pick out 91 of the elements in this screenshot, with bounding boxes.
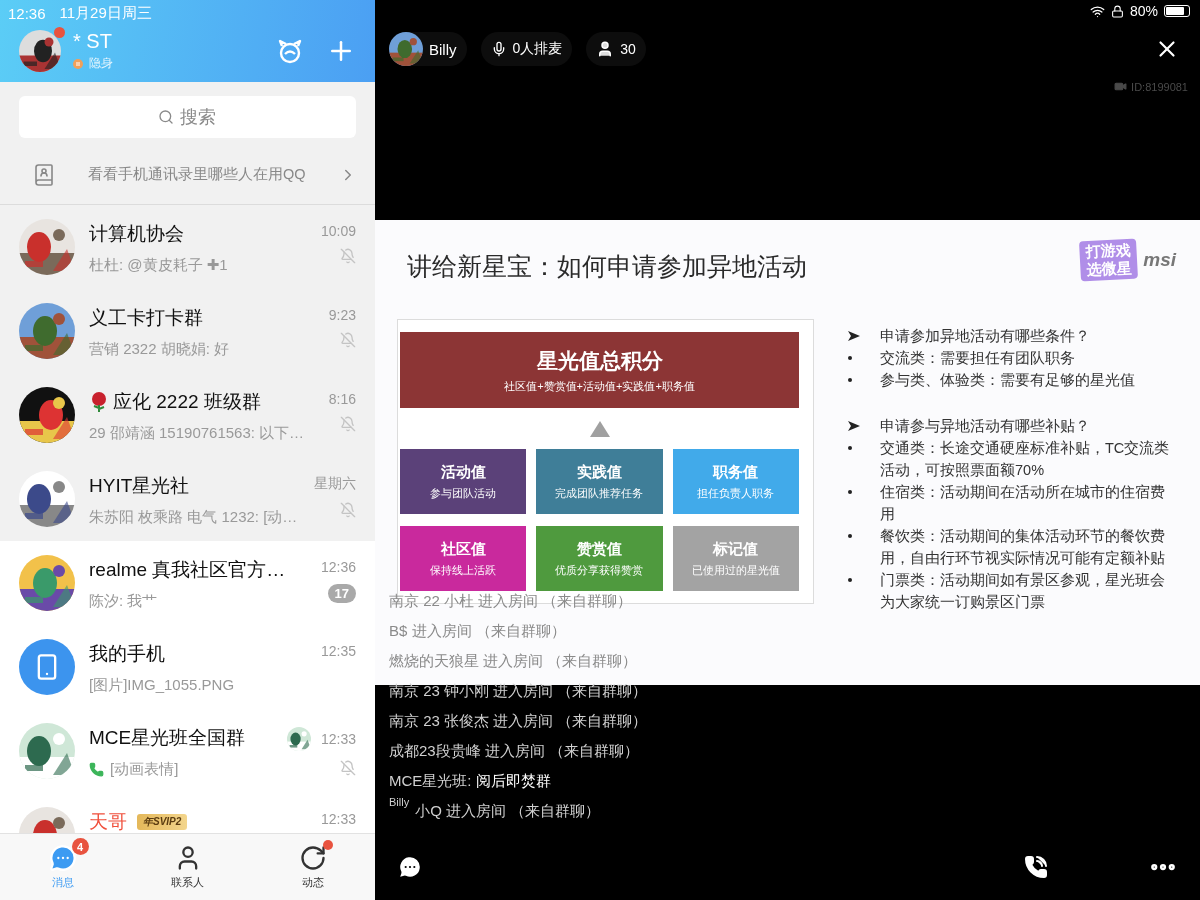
chat-time: 12:33 (320, 811, 356, 827)
score-tile: 赞赏值 优质分享获得赞赏 (536, 526, 663, 591)
bullet-icon (848, 378, 852, 382)
unread-count: 17 (327, 584, 356, 603)
search-field[interactable]: 搜索 (19, 96, 356, 138)
unread-badge: 4 (71, 838, 89, 855)
chat-name: realme 真我社区官方… (89, 558, 286, 582)
brand-logo: msi (1143, 249, 1176, 271)
rotation-lock-icon (1110, 4, 1124, 18)
nav-tab[interactable]: 联系人 (125, 834, 250, 900)
chat-row[interactable]: MCE星光班全国群 [动画表情] 12:33 (0, 709, 375, 793)
profile-name: * ST (73, 30, 113, 53)
nav-tab[interactable]: 4 消息 (0, 834, 125, 900)
chat-preview: [动画表情] (110, 760, 179, 779)
join-notice: 燃烧的天狼星 进入房间 （来自群聊） (389, 651, 638, 671)
chat-preview: 29 邵靖涵 15190761563: 以下… (89, 424, 305, 443)
battery-icon (1164, 5, 1190, 17)
status-time: 12:36 (8, 4, 46, 22)
bullet-icon (848, 534, 852, 538)
wifi-icon (1089, 3, 1105, 19)
bullet-icon (848, 578, 852, 582)
chat-bubble-icon (48, 844, 77, 872)
chat-name: MCE星光班全国群 (89, 726, 246, 750)
slide-point: 交流类：需要担任有团队职务 (880, 349, 1076, 368)
join-notice: 南京 22 小杜 进入房间 （来自群聊） (389, 591, 633, 611)
slide-point: 参与类、体验类：需要有足够的星光值 (880, 371, 1136, 390)
chat-time: 9:23 (328, 307, 356, 323)
chat-name: 我的手机 (89, 642, 165, 666)
join-notice: 南京 23 张俊杰 进入房间 （来自群聊） (389, 711, 648, 731)
status-icon (73, 58, 83, 69)
slide-point: 餐饮类：活动期间的集体活动环节的餐饮费用，自由行环节视实际情况可能有定额补贴 (880, 527, 1166, 568)
nav-tab[interactable]: 动态 (250, 834, 375, 900)
slide-point: 申请参与异地活动有哪些补贴？ (880, 417, 1091, 436)
bullet-icon (848, 490, 852, 494)
chat-row[interactable]: 天哥 年SVIP2 12:33 (0, 793, 375, 833)
phone-call-icon[interactable] (1024, 854, 1048, 879)
audience-count[interactable]: 30 (586, 32, 646, 66)
triangle-icon (589, 420, 610, 437)
refresh-icon (298, 844, 327, 872)
total-score-bar: 星光值总积分 社区值+赞赏值+活动值+实践值+职务值 (400, 332, 799, 408)
chat-time: 10:09 (320, 223, 356, 239)
score-tile: 职务值 担任负责人职务 (672, 449, 799, 514)
logo-badge: 打游戏 选微星 (1079, 238, 1139, 282)
join-notice: 小Q 进入房间 （来自群聊） (415, 801, 601, 821)
online-status: 隐身 (89, 55, 113, 72)
chat-time: 12:33 (320, 731, 356, 747)
join-notice: B$ 进入房间 （来自群聊） (389, 621, 566, 641)
chat-preview: 朱苏阳 枚乘路 电气 1232: [动… (89, 508, 298, 527)
score-tile: 社区值 保持线上活跃 (400, 526, 527, 591)
host-pill[interactable]: Billy (389, 32, 467, 66)
slide-point: 申请参加异地活动有哪些条件？ (880, 327, 1091, 346)
chat-preview: 杜杜: @黄皮耗子 ✚1 (89, 256, 228, 275)
slide-title: 讲给新星宝：如何申请参加异地活动 (407, 251, 807, 282)
score-tile: 实践值 完成团队推荐任务 (536, 449, 663, 514)
arrow-bullet-icon (848, 421, 860, 431)
chat-name: 义工卡打卡群 (89, 306, 203, 330)
message-sender: MCE星光班: (389, 771, 472, 791)
chat-name: 计算机协会 (89, 222, 184, 246)
address-book-icon (32, 162, 56, 187)
slide-point: 交通类：长途交通硬座标准补贴，TC交流类活动，可按照票面额70% (880, 439, 1170, 480)
status-date: 11月29日周三 (59, 3, 152, 23)
video-camera-icon (1114, 80, 1128, 93)
battery-percent: 80% (1129, 3, 1158, 19)
chat-row[interactable]: realme 真我社区官方… 陈汐: 我艹 12:36 17 (0, 541, 375, 625)
slide-point: 门票类：活动期间如有景区参观，星光班会为大家统一订购景区门票 (880, 571, 1166, 612)
message-text: 阅后即焚群 (475, 771, 551, 791)
join-notice: 成都23段贵峰 进入房间 （来自群聊） (389, 741, 640, 761)
score-tile: 标记值 已使用过的星光值 (672, 526, 799, 591)
slide-point: 住宿类：活动期间在活动所在城市的住宿费用 (880, 483, 1166, 524)
chat-preview: 陈汐: 我艹 (89, 592, 158, 611)
bullet-icon (848, 446, 852, 450)
chat-name: 应化 2222 班级群 (113, 390, 261, 414)
chat-time: 8:16 (328, 391, 356, 407)
chat-time: 12:36 (320, 559, 356, 575)
chat-name: 天哥 (89, 810, 127, 833)
chat-preview: [图片]IMG_1055.PNG (89, 676, 235, 695)
bullet-icon (848, 356, 852, 360)
vip-tag: 年SVIP2 (137, 814, 188, 830)
bear-face-icon[interactable] (276, 37, 304, 65)
chat-time: 12:35 (320, 643, 356, 659)
chat-time: 星期六 (314, 475, 356, 493)
mic-queue[interactable]: 0人排麦 (480, 32, 573, 66)
chat-preview: 营销 2322 胡晓娟: 好 (89, 340, 230, 359)
search-icon (157, 109, 174, 125)
sender-label: Billy (389, 796, 410, 808)
chat-name: HYIT星光社 (89, 474, 190, 498)
score-tile: 活动值 参与团队活动 (400, 449, 527, 514)
join-notice: 南京 23 钟小刚 进入房间 （来自群聊） (389, 681, 648, 701)
room-id: ID:8199081 (1131, 80, 1188, 93)
arrow-bullet-icon (848, 331, 860, 341)
chat-row[interactable]: 我的手机 [图片]IMG_1055.PNG 12:35 (0, 625, 375, 709)
